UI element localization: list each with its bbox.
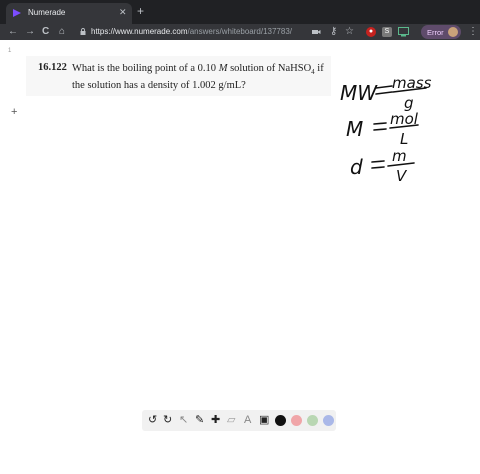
avatar <box>448 27 458 37</box>
problem-number: 16.122 <box>38 62 67 73</box>
hand-m-small: m <box>392 147 407 165</box>
tab-title: Numerade <box>28 8 66 17</box>
url-path: /answers/whiteboard/137783/ <box>187 27 292 36</box>
home-icon[interactable]: ⌂ <box>59 26 65 38</box>
crosshair-cursor: + <box>11 106 18 118</box>
hand-m: M <box>346 117 363 141</box>
color-pink-swatch[interactable] <box>291 415 302 426</box>
browser-tab[interactable]: Numerade ✕ <box>6 3 132 24</box>
eraser-icon[interactable]: ▱ <box>227 414 235 426</box>
problem-text-mid: solution of NaHSO <box>227 63 312 74</box>
hand-mol: mol <box>390 110 419 128</box>
hand-v: V <box>396 167 408 185</box>
page-marker: 1 <box>8 48 12 54</box>
select-icon[interactable]: ↖ <box>179 414 188 426</box>
hand-mass: mass <box>392 74 432 92</box>
hand-l: L <box>400 130 408 148</box>
menu-icon[interactable]: ⋮ <box>468 26 478 37</box>
key-icon[interactable]: ⚷ <box>330 26 337 38</box>
numerade-logo-icon <box>13 9 21 17</box>
drawing-toolbar: ↺ ↻ ↖ ✎ ✚ ▱ A ▣ <box>142 410 336 431</box>
reload-icon[interactable]: C <box>42 26 49 38</box>
url-text: https://www.numerade.com/answers/whitebo… <box>91 27 292 36</box>
problem-text: What is the boiling point of a 0.10 M so… <box>72 62 328 92</box>
pen-icon[interactable]: ✎ <box>195 414 204 426</box>
problem-card: 16.122 What is the boiling point of a 0.… <box>26 56 331 96</box>
redo-icon[interactable]: ↻ <box>163 414 172 426</box>
color-black-swatch[interactable] <box>275 415 286 426</box>
hand-d: d <box>350 155 363 179</box>
url-host: https://www.numerade.com <box>91 27 188 36</box>
tab-close-button[interactable]: ✕ <box>119 7 127 18</box>
color-blue-swatch[interactable] <box>323 415 334 426</box>
image-icon[interactable]: ▣ <box>259 414 269 426</box>
hand-mw: MW <box>340 81 378 105</box>
text-tool-icon[interactable]: A <box>244 414 251 426</box>
browser-tab-bar: Numerade ✕ + <box>0 0 480 24</box>
forward-icon[interactable]: → <box>25 26 35 38</box>
camera-icon[interactable] <box>311 27 321 37</box>
add-icon[interactable]: ✚ <box>211 414 220 426</box>
undo-icon[interactable]: ↺ <box>148 414 157 426</box>
handwritten-notes: MW M d mass g mol L m V <box>340 74 432 185</box>
back-icon[interactable]: ← <box>8 26 18 38</box>
lock-icon <box>80 28 86 35</box>
new-tab-button[interactable]: + <box>137 5 144 17</box>
color-green-swatch[interactable] <box>307 415 318 426</box>
problem-text-prefix: What is the boiling point of a 0.10 <box>72 63 219 74</box>
